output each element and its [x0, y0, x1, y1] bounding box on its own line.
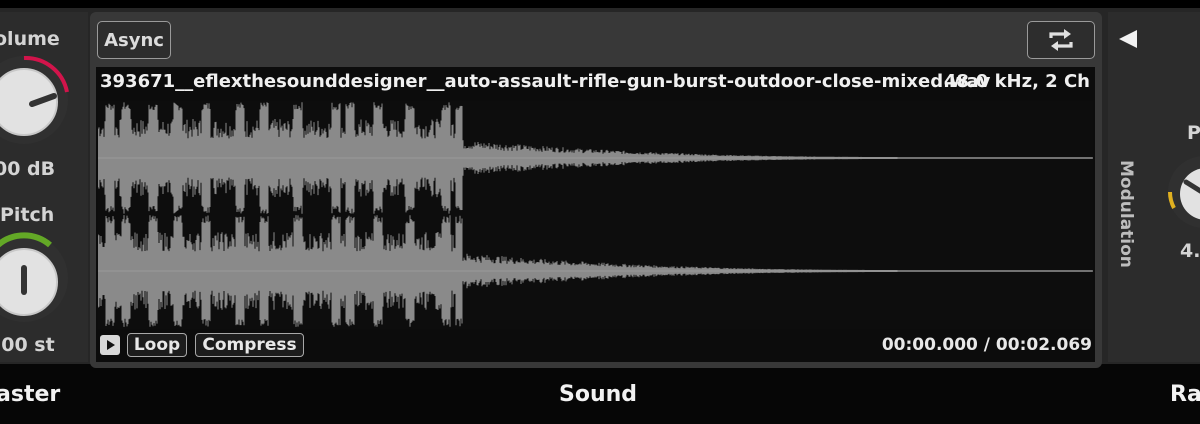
- sample-filename: 393671__eflexthesounddesigner__auto-assa…: [100, 71, 991, 92]
- loop-button[interactable]: Loop: [127, 333, 187, 357]
- async-button[interactable]: Async: [97, 21, 171, 59]
- volume-value: 00 dB: [0, 158, 56, 180]
- right-knob-label: P: [1187, 122, 1200, 144]
- pitch-label: Pitch: [0, 204, 55, 226]
- play-button[interactable]: [100, 335, 120, 355]
- compress-button[interactable]: Compress: [195, 333, 304, 357]
- triangle-left-icon[interactable]: [1117, 28, 1139, 50]
- sound-title: Sound: [559, 382, 638, 407]
- swap-button[interactable]: [1027, 21, 1095, 59]
- sample-info: 48.0 kHz, 2 Ch: [943, 71, 1090, 92]
- right-title: Ra: [1170, 382, 1200, 407]
- volume-label: olume: [0, 28, 60, 50]
- waveform: [97, 102, 1093, 327]
- pitch-value: .00 st: [0, 334, 55, 356]
- modulation-label: Modulation: [1116, 160, 1136, 268]
- time-display: 00:00.000 / 00:02.069: [881, 335, 1092, 355]
- swap-arrows-icon: [1049, 29, 1073, 51]
- master-title: aster: [0, 382, 61, 407]
- top-border: [0, 0, 1200, 8]
- right-knob-value: 4.0: [1180, 240, 1200, 262]
- waveform-area[interactable]: [97, 101, 1093, 329]
- play-icon: [107, 340, 115, 350]
